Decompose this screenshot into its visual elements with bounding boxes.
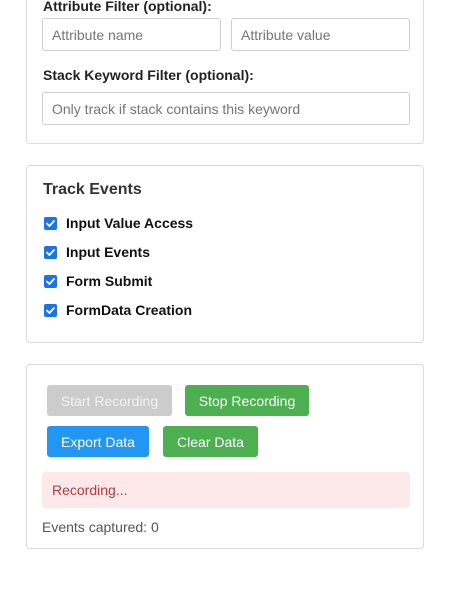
stop-recording-button[interactable]: Stop Recording xyxy=(185,385,309,416)
checkbox-label: Input Events xyxy=(66,244,151,260)
recording-status: Recording... xyxy=(42,472,410,508)
input-value-access-checkbox[interactable] xyxy=(44,216,57,230)
attribute-filter-label: Attribute Filter (optional): xyxy=(43,0,212,14)
attribute-value-input[interactable] xyxy=(231,18,410,51)
stack-filter-label: Stack Keyword Filter (optional): xyxy=(43,67,254,83)
event-option-form-submit[interactable]: Form Submit xyxy=(44,271,152,291)
filters-panel: Attribute Filter (optional): Stack Keywo… xyxy=(26,0,424,144)
attribute-name-input[interactable] xyxy=(42,18,221,51)
track-events-title: Track Events xyxy=(43,181,142,198)
formdata-creation-checkbox[interactable] xyxy=(44,303,57,317)
event-option-input-events[interactable]: Input Events xyxy=(44,242,150,262)
form-submit-checkbox[interactable] xyxy=(44,274,57,288)
export-data-button[interactable]: Export Data xyxy=(47,426,149,457)
start-recording-button[interactable]: Start Recording xyxy=(47,385,172,416)
checkbox-label: FormData Creation xyxy=(66,302,193,318)
recording-controls-panel: Start Recording Stop Recording Export Da… xyxy=(26,364,424,549)
input-events-checkbox[interactable] xyxy=(44,245,57,259)
clear-data-button[interactable]: Clear Data xyxy=(163,426,258,457)
event-option-input-value-access[interactable]: Input Value Access xyxy=(44,213,193,233)
track-events-panel: Track Events Input Value Access Input Ev… xyxy=(26,165,424,343)
event-option-formdata-creation[interactable]: FormData Creation xyxy=(44,300,192,320)
checkbox-label: Input Value Access xyxy=(66,215,194,231)
checkmark-icon xyxy=(46,277,55,285)
checkbox-label: Form Submit xyxy=(66,273,153,289)
stack-keyword-input[interactable] xyxy=(42,92,410,125)
events-captured-count: Events captured: 0 xyxy=(42,519,159,535)
checkmark-icon xyxy=(46,306,55,314)
checkmark-icon xyxy=(46,219,55,227)
checkmark-icon xyxy=(46,248,55,256)
